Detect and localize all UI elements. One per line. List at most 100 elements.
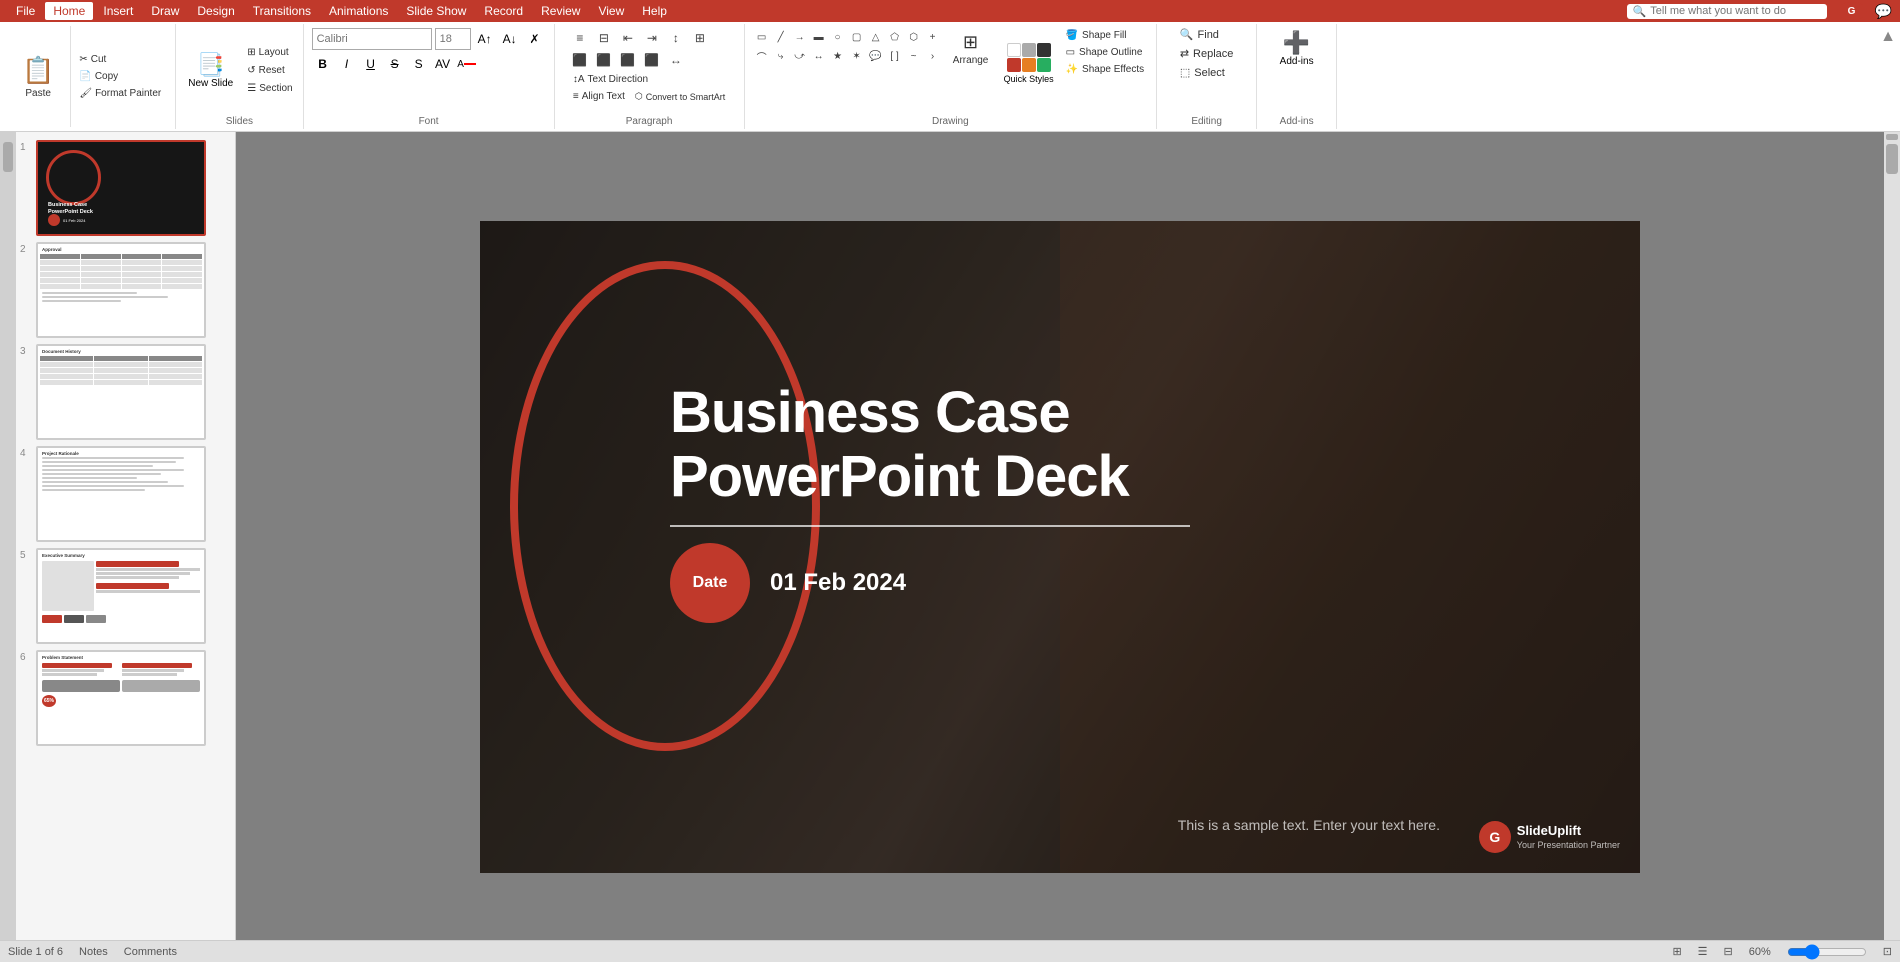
paste-button[interactable]: 📋 Paste <box>14 51 62 103</box>
font-color-button[interactable]: A <box>456 53 478 75</box>
shape-triangle[interactable]: △ <box>867 28 885 46</box>
char-spacing-button[interactable]: AV <box>432 53 454 75</box>
slide-thumbnail-2[interactable]: Approval <box>36 242 206 338</box>
replace-button[interactable]: ⇄ Replace <box>1174 45 1240 62</box>
shape-bracket[interactable]: [ ] <box>886 47 904 65</box>
slide-thumb-5[interactable]: 5 Executive Summary <box>20 548 231 644</box>
shape-more[interactable]: + <box>924 28 942 46</box>
slide-thumbnail-1[interactable]: Business CasePowerPoint Deck 01 Feb 2024 <box>36 140 206 236</box>
menu-design[interactable]: Design <box>189 2 242 20</box>
shape-curved[interactable]: ⌒ <box>753 47 771 65</box>
zoom-slider[interactable] <box>1787 945 1867 959</box>
shape-rectangle[interactable]: ▭ <box>753 28 771 46</box>
slide-thumb-3[interactable]: 3 Document History <box>20 344 231 440</box>
menu-view[interactable]: View <box>590 2 632 20</box>
shape-bend[interactable]: ⤻ <box>791 47 809 65</box>
menu-slideshow[interactable]: Slide Show <box>398 2 474 20</box>
align-left-button[interactable]: ⬛ <box>569 50 591 70</box>
shape-rounded[interactable]: ▢ <box>848 28 866 46</box>
clear-formatting-button[interactable]: ✗ <box>524 28 546 50</box>
menu-file[interactable]: File <box>8 2 43 20</box>
shape-callout[interactable]: 💬 <box>867 47 885 65</box>
new-slide-button[interactable]: 📑 New Slide <box>182 48 239 93</box>
strikethrough-button[interactable]: S <box>384 53 406 75</box>
menu-animations[interactable]: Animations <box>321 2 396 20</box>
add-ins-button[interactable]: ➕ Add-ins <box>1272 26 1322 71</box>
notes-button[interactable]: Notes <box>79 946 108 958</box>
align-right-button[interactable]: ⬛ <box>617 50 639 70</box>
line-spacing-button[interactable]: ↕ <box>665 28 687 48</box>
format-painter-button[interactable]: 🖌 Format Painter <box>75 86 165 101</box>
reset-button[interactable]: ↺ Reset <box>243 63 296 78</box>
bold-button[interactable]: B <box>312 53 334 75</box>
rtl-button[interactable]: ↔ <box>665 50 687 70</box>
font-size-input[interactable] <box>435 28 471 50</box>
slide-thumbnail-3[interactable]: Document History <box>36 344 206 440</box>
shape-rect2[interactable]: ▬ <box>810 28 828 46</box>
select-button[interactable]: ⬚ Select <box>1174 64 1240 81</box>
convert-smartart-button[interactable]: ⬡ Convert to SmartArt <box>631 89 729 104</box>
shape-arrow[interactable]: → <box>791 28 809 46</box>
shape-effects-button[interactable]: ✨ Shape Effects <box>1062 62 1149 77</box>
shape-double[interactable]: ↔ <box>810 47 828 65</box>
menu-transitions[interactable]: Transitions <box>245 2 319 20</box>
shape-outline-button[interactable]: ▭ Shape Outline <box>1062 45 1149 60</box>
shape-star[interactable]: ★ <box>829 47 847 65</box>
menu-draw[interactable]: Draw <box>143 2 187 20</box>
vertical-scroll-left[interactable] <box>0 132 16 962</box>
italic-button[interactable]: I <box>336 53 358 75</box>
slide-thumbnail-5[interactable]: Executive Summary <box>36 548 206 644</box>
shape-oval[interactable]: ○ <box>829 28 847 46</box>
shape-hexagon[interactable]: ⬡ <box>905 28 923 46</box>
justify-button[interactable]: ⬛ <box>641 50 663 70</box>
shape-fill-button[interactable]: 🪣 Shape Fill <box>1062 28 1149 43</box>
underline-button[interactable]: U <box>360 53 382 75</box>
slide-thumbnail-4[interactable]: Project Rationale <box>36 446 206 542</box>
shape-star6[interactable]: ✶ <box>848 47 866 65</box>
slide-thumb-1[interactable]: 1 Business CasePowerPoint Deck 01 Feb 20… <box>20 140 231 236</box>
tell-me-input[interactable] <box>1650 5 1810 17</box>
numbering-button[interactable]: ⊟ <box>593 28 615 48</box>
align-text-button[interactable]: ≡ Align Text <box>569 89 629 104</box>
comments-button[interactable]: Comments <box>124 946 177 958</box>
view-grid-icon[interactable]: ⊟ <box>1724 945 1733 958</box>
slide-thumbnail-6[interactable]: Problem Statement 65% <box>36 650 206 746</box>
align-center-button[interactable]: ⬛ <box>593 50 615 70</box>
shape-pentagon[interactable]: ⬠ <box>886 28 904 46</box>
column-button[interactable]: ⊞ <box>689 28 711 48</box>
user-avatar[interactable]: G <box>1837 2 1867 20</box>
section-button[interactable]: ☰ Section <box>243 81 296 96</box>
view-normal-icon[interactable]: ⊞ <box>1672 945 1681 958</box>
font-name-input[interactable] <box>312 28 432 50</box>
shape-chevron[interactable]: › <box>924 47 942 65</box>
shape-line[interactable]: ╱ <box>772 28 790 46</box>
menu-help[interactable]: Help <box>634 2 675 20</box>
quick-styles-button[interactable]: Quick Styles <box>1000 28 1058 98</box>
shape-connector[interactable]: ⤷ <box>772 47 790 65</box>
copy-button[interactable]: 📄 Copy <box>75 69 165 84</box>
slide-thumb-4[interactable]: 4 Project Rationale <box>20 446 231 542</box>
main-slide-canvas[interactable]: Business Case PowerPoint Deck Date 01 Fe… <box>480 221 1640 873</box>
menu-review[interactable]: Review <box>533 2 588 20</box>
find-button[interactable]: 🔍 Find <box>1174 26 1240 43</box>
increase-indent-button[interactable]: ⇥ <box>641 28 663 48</box>
cut-button[interactable]: ✂ Cut <box>75 52 165 67</box>
view-outline-icon[interactable]: ☰ <box>1698 945 1708 958</box>
slide-thumb-6[interactable]: 6 Problem Statement 65% <box>20 650 231 746</box>
decrease-indent-button[interactable]: ⇤ <box>617 28 639 48</box>
menu-record[interactable]: Record <box>476 2 531 20</box>
right-scrollbar[interactable] <box>1884 132 1900 962</box>
arrange-button[interactable]: ⊞ Arrange <box>946 28 996 70</box>
text-direction-button[interactable]: ↕A Text Direction <box>569 72 652 87</box>
slide-thumb-2[interactable]: 2 Approval <box>20 242 231 338</box>
collapse-ribbon-button[interactable]: ▲ <box>1876 24 1900 129</box>
menu-insert[interactable]: Insert <box>95 2 141 20</box>
layout-button[interactable]: ⊞ Layout <box>243 45 296 60</box>
fit-slide-button[interactable]: ⊡ <box>1883 945 1892 958</box>
font-increase-button[interactable]: A↑ <box>474 28 496 50</box>
menu-home[interactable]: Home <box>45 2 93 20</box>
shadow-button[interactable]: S <box>408 53 430 75</box>
bullets-button[interactable]: ≡ <box>569 28 591 48</box>
shape-wave[interactable]: ~ <box>905 47 923 65</box>
font-decrease-button[interactable]: A↓ <box>499 28 521 50</box>
